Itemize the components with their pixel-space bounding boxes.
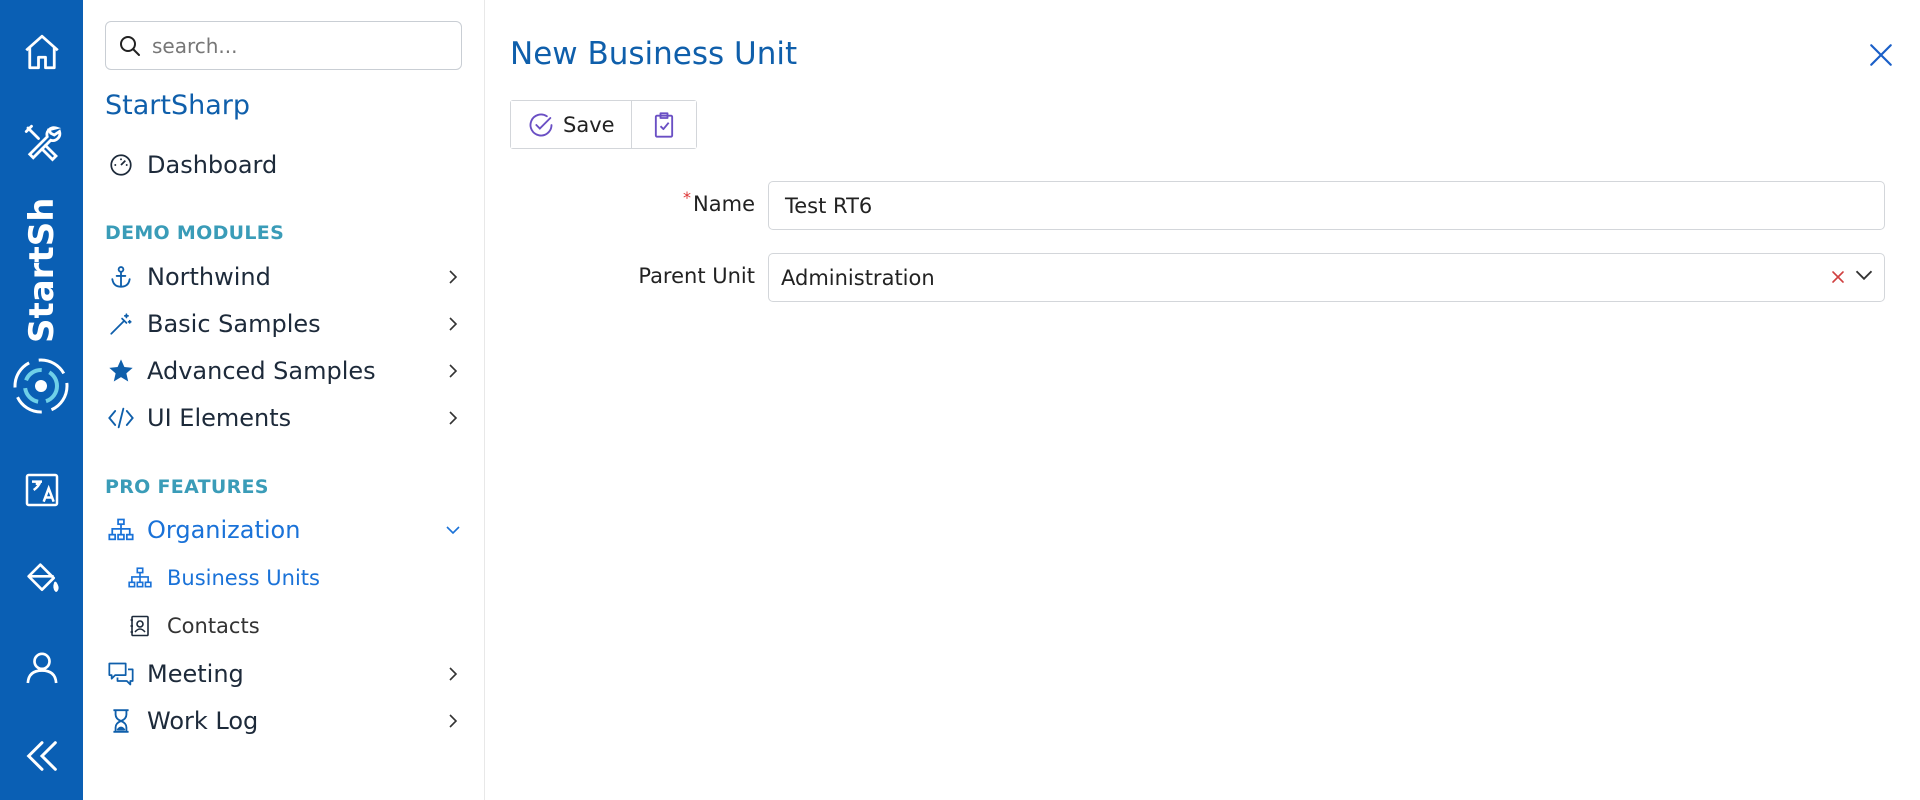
parent-unit-select[interactable]: Administration bbox=[768, 253, 1885, 302]
code-icon bbox=[105, 402, 137, 434]
star-icon bbox=[105, 355, 137, 387]
sidebar-item-label: Work Log bbox=[147, 707, 259, 735]
check-circle-icon bbox=[529, 113, 553, 136]
sidebar-item-label: Business Units bbox=[167, 566, 320, 590]
collapse-double-chevron-icon bbox=[26, 741, 57, 771]
sidebar-item-label: UI Elements bbox=[147, 404, 292, 432]
sidebar-item-label: Northwind bbox=[147, 263, 271, 291]
sidebar-item-label: Meeting bbox=[147, 660, 244, 688]
magic-wand-icon bbox=[105, 308, 137, 340]
chevron-right-icon bbox=[441, 406, 465, 430]
chevron-right-icon bbox=[441, 709, 465, 733]
sidebar-item-label: Dashboard bbox=[147, 151, 278, 179]
theme-button[interactable] bbox=[0, 546, 83, 610]
app-rail: StartSh bbox=[0, 0, 83, 800]
sidebar-item-organization[interactable]: Organization bbox=[105, 508, 465, 552]
user-icon bbox=[26, 652, 57, 684]
sidebar-item-advanced-samples[interactable]: Advanced Samples bbox=[105, 349, 465, 393]
sidebar-item-dashboard[interactable]: Dashboard bbox=[105, 143, 465, 187]
sidebar-item-label: Organization bbox=[147, 516, 301, 544]
tools-icon bbox=[24, 124, 61, 162]
search-box[interactable] bbox=[105, 21, 462, 70]
user-profile-button[interactable] bbox=[0, 636, 83, 700]
save-button[interactable]: Save bbox=[511, 101, 631, 148]
startsharp-logo: StartSh bbox=[0, 168, 83, 428]
search-icon bbox=[120, 35, 140, 56]
parent-unit-label: Parent Unit bbox=[638, 264, 755, 288]
speedometer-icon bbox=[105, 149, 137, 181]
sidebar-item-meeting[interactable]: Meeting bbox=[105, 652, 465, 696]
brand-title: StartSharp bbox=[105, 90, 250, 121]
sidebar-item-label: Contacts bbox=[167, 614, 260, 638]
apply-changes-button[interactable] bbox=[630, 101, 696, 148]
chevron-right-icon bbox=[441, 265, 465, 289]
hourglass-icon bbox=[105, 705, 137, 737]
svg-text:StartSh: StartSh bbox=[22, 198, 62, 343]
name-field-value: Test RT6 bbox=[785, 193, 873, 218]
chevron-right-icon bbox=[441, 359, 465, 383]
chevron-down-icon bbox=[441, 518, 465, 542]
page-title: New Business Unit bbox=[510, 36, 798, 72]
home-button[interactable] bbox=[0, 20, 83, 84]
sidebar-item-label: Advanced Samples bbox=[147, 357, 376, 385]
sidebar-item-contacts[interactable]: Contacts bbox=[125, 606, 445, 646]
sidebar-item-business-units[interactable]: Business Units bbox=[125, 558, 445, 598]
contact-card-icon bbox=[125, 611, 155, 641]
sidebar: StartSharp Dashboard DEMO MODULES Northw… bbox=[83, 0, 485, 800]
collapse-sidebar-button[interactable] bbox=[0, 724, 83, 788]
close-button[interactable] bbox=[1864, 38, 1898, 72]
anchor-icon bbox=[105, 261, 137, 293]
org-chart-icon bbox=[105, 514, 137, 546]
section-demo-modules: DEMO MODULES bbox=[105, 222, 285, 244]
home-icon bbox=[24, 34, 59, 70]
translate-button[interactable] bbox=[0, 458, 83, 522]
toolbar: Save bbox=[510, 100, 697, 149]
chevron-down-icon[interactable] bbox=[1854, 265, 1874, 290]
name-label: *Name bbox=[683, 188, 755, 216]
translate-icon bbox=[25, 473, 58, 507]
name-field[interactable]: Test RT6 bbox=[768, 181, 1885, 230]
sidebar-item-label: Basic Samples bbox=[147, 310, 321, 338]
save-button-label: Save bbox=[563, 112, 615, 137]
paint-bucket-icon bbox=[26, 563, 59, 592]
chat-bubbles-icon bbox=[105, 658, 137, 690]
sidebar-item-basic-samples[interactable]: Basic Samples bbox=[105, 302, 465, 346]
sidebar-item-ui-elements[interactable]: UI Elements bbox=[105, 396, 465, 440]
sidebar-item-northwind[interactable]: Northwind bbox=[105, 255, 465, 299]
parent-unit-value: Administration bbox=[781, 265, 935, 290]
close-icon bbox=[1870, 44, 1892, 66]
clipboard-check-icon bbox=[654, 111, 673, 138]
search-input[interactable] bbox=[152, 33, 452, 58]
section-pro-features: PRO FEATURES bbox=[105, 476, 269, 498]
tools-button[interactable] bbox=[0, 110, 83, 174]
org-chart-icon bbox=[125, 563, 155, 593]
clear-selection-icon[interactable] bbox=[1830, 266, 1846, 290]
required-marker: * bbox=[683, 188, 692, 207]
chevron-right-icon bbox=[441, 312, 465, 336]
sidebar-item-work-log[interactable]: Work Log bbox=[105, 699, 465, 743]
chevron-right-icon bbox=[441, 662, 465, 686]
